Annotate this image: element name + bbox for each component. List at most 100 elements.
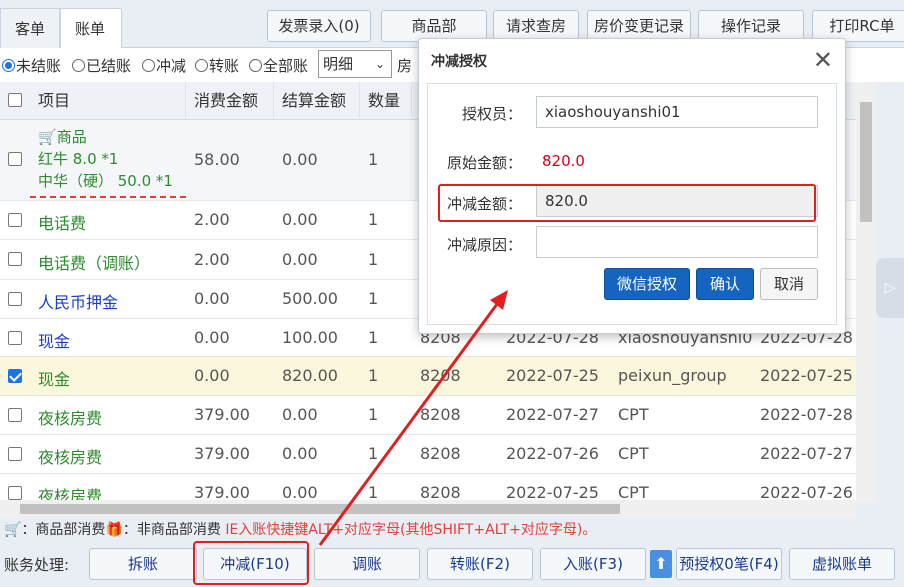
row-checkbox[interactable] bbox=[8, 252, 22, 266]
row-checkbox[interactable] bbox=[8, 292, 22, 306]
cell-user: CPT bbox=[618, 444, 649, 463]
radio-unchecked-icon bbox=[72, 59, 85, 72]
room-filter-label: 房 bbox=[397, 57, 413, 75]
cell-settle: 0.00 bbox=[282, 444, 318, 463]
reduce-amount-highlight bbox=[438, 184, 816, 222]
original-amount-value: 820.0 bbox=[542, 152, 585, 170]
post-entry-button[interactable]: 入账(F3) bbox=[540, 548, 646, 580]
row-checkbox[interactable] bbox=[8, 486, 22, 500]
accounting-ops-bar: 账务处理: 拆账 冲减(F10) 调账 转账(F2) 入账(F3) ⬆ 预授权0… bbox=[0, 544, 904, 587]
cart-icon: 🛒 bbox=[38, 128, 57, 146]
cell-user: CPT bbox=[618, 405, 649, 424]
row-checkbox[interactable] bbox=[8, 447, 22, 461]
cell-room: 8208 bbox=[420, 366, 461, 385]
authorizer-input[interactable]: xiaoshouyanshi01 bbox=[536, 96, 818, 128]
cell-settle: 0.00 bbox=[282, 250, 318, 269]
authorizer-label: 授权员： bbox=[461, 105, 522, 123]
radio-label: 未结账 bbox=[16, 57, 62, 75]
cell-qty: 1 bbox=[368, 289, 379, 308]
legend-goods: ：商品部消费 bbox=[21, 522, 106, 538]
virtual-bill-button[interactable]: 虚拟账单 bbox=[789, 548, 895, 580]
cell-settle: 0.00 bbox=[282, 210, 318, 229]
cell-item: 夜核房费 bbox=[38, 448, 103, 467]
transfer-button[interactable]: 转账(F2) bbox=[427, 548, 533, 580]
dialog-title: 冲减授权 bbox=[431, 54, 487, 70]
gift-icon: 🎁 bbox=[105, 522, 123, 538]
confirm-button[interactable]: 确认 bbox=[696, 268, 754, 300]
col-qty[interactable]: 数量 bbox=[360, 82, 412, 120]
split-bill-button[interactable]: 拆账 bbox=[89, 548, 197, 580]
cell-qty: 1 bbox=[368, 150, 379, 169]
cancel-button[interactable]: 取消 bbox=[760, 268, 818, 300]
cell-settle: 100.00 bbox=[282, 328, 338, 347]
radio-label: 冲减 bbox=[156, 57, 187, 75]
radio-label: 全部账 bbox=[263, 57, 309, 75]
cell-settle: 0.00 bbox=[282, 405, 318, 424]
cell-user: peixun_group bbox=[618, 366, 727, 385]
cell-amount: 379.00 bbox=[194, 405, 250, 424]
shortcut-hint: IE入账快捷键ALT+对应字母(其他SHIFT+ALT+对应字母)。 bbox=[225, 522, 597, 538]
detail-select[interactable]: 明细 ⌄ bbox=[318, 50, 392, 78]
radio-settled[interactable]: 已结账 bbox=[72, 55, 131, 76]
ops-label: 账务处理: bbox=[4, 556, 70, 574]
goods-line-1: 红牛 8.0 *1 bbox=[38, 150, 119, 168]
cell-item: 电话费（调账） bbox=[38, 254, 151, 273]
cell-qty: 1 bbox=[368, 366, 379, 385]
col-item[interactable]: 项目 bbox=[30, 82, 186, 120]
radio-unchecked-icon bbox=[195, 59, 208, 72]
horizontal-scrollbar[interactable] bbox=[0, 500, 856, 518]
goods-title: 🛒商品 bbox=[38, 128, 87, 146]
tab-guest-order[interactable]: 客单 bbox=[0, 8, 60, 48]
row-checkbox[interactable] bbox=[8, 213, 22, 227]
invoice-entry-button[interactable]: 发票录入(0) bbox=[267, 10, 371, 42]
radio-transfer[interactable]: 转账 bbox=[195, 55, 239, 76]
cell-amount: 379.00 bbox=[194, 444, 250, 463]
row-checkbox-checked[interactable] bbox=[8, 369, 22, 383]
vertical-scrollbar[interactable] bbox=[856, 82, 876, 502]
row-checkbox[interactable] bbox=[8, 331, 22, 345]
reduce-button-highlight bbox=[193, 541, 309, 585]
collapse-handle-icon[interactable]: ▷ bbox=[876, 258, 904, 318]
chevron-down-icon: ⌄ bbox=[374, 57, 385, 71]
select-all-checkbox[interactable] bbox=[8, 93, 22, 107]
table-row-selected[interactable]: 现金 0.00 820.00 1 8208 2022-07-25 peixun_… bbox=[0, 357, 856, 396]
adjust-button[interactable]: 调账 bbox=[314, 548, 420, 580]
goods-cell: 🛒商品 红牛 8.0 *1 中华（硬） 50.0 *1 bbox=[30, 126, 186, 192]
table-row[interactable]: 夜核房费 379.00 0.00 1 8208 2022-07-27 CPT 2… bbox=[0, 396, 856, 435]
cell-room: 8208 bbox=[420, 405, 461, 424]
cell-room: 8208 bbox=[420, 444, 461, 463]
cell-item: 现金 bbox=[38, 370, 71, 389]
detail-select-value: 明细 bbox=[323, 55, 354, 73]
col-amount[interactable]: 消费金额 bbox=[186, 82, 274, 120]
arrow-up-icon[interactable]: ⬆ bbox=[650, 550, 672, 578]
col-settle[interactable]: 结算金额 bbox=[274, 82, 360, 120]
close-icon[interactable]: ✕ bbox=[813, 45, 833, 75]
cell-item: 电话费 bbox=[38, 214, 87, 233]
pre-auth-button[interactable]: 预授权0笔(F4) bbox=[676, 548, 782, 580]
cell-settle: 500.00 bbox=[282, 289, 338, 308]
scroll-thumb[interactable] bbox=[860, 102, 872, 222]
radio-unsettled[interactable]: 未结账 bbox=[2, 55, 61, 76]
wechat-auth-button[interactable]: 微信授权 bbox=[604, 268, 690, 300]
table-row[interactable]: 夜核房费 379.00 0.00 1 8208 2022-07-25 CPT 2… bbox=[0, 474, 856, 502]
cell-qty: 1 bbox=[368, 405, 379, 424]
row-checkbox[interactable] bbox=[8, 152, 22, 166]
reduce-reason-input[interactable] bbox=[536, 226, 818, 258]
tab-bill[interactable]: 账单 bbox=[60, 8, 122, 49]
legend-non-goods: ：非商品部消费 bbox=[122, 522, 221, 538]
original-amount-label: 原始金额： bbox=[446, 154, 522, 172]
radio-checked-icon bbox=[2, 59, 15, 72]
cell-item: 夜核房费 bbox=[38, 409, 103, 428]
reduce-reason-label: 冲减原因： bbox=[446, 236, 522, 254]
radio-label: 转账 bbox=[209, 57, 240, 75]
radio-all[interactable]: 全部账 bbox=[249, 55, 308, 76]
cell-amount: 0.00 bbox=[194, 328, 230, 347]
table-row[interactable]: 夜核房费 379.00 0.00 1 8208 2022-07-26 CPT 2… bbox=[0, 435, 856, 474]
radio-reduce[interactable]: 冲减 bbox=[142, 55, 186, 76]
row-checkbox[interactable] bbox=[8, 408, 22, 422]
scroll-thumb[interactable] bbox=[20, 504, 620, 514]
cell-date: 2022-07-27 bbox=[506, 405, 599, 424]
cell-amount: 0.00 bbox=[194, 289, 230, 308]
cell-time: 2022-07-27 0 bbox=[760, 444, 856, 463]
cell-amount: 0.00 bbox=[194, 366, 230, 385]
